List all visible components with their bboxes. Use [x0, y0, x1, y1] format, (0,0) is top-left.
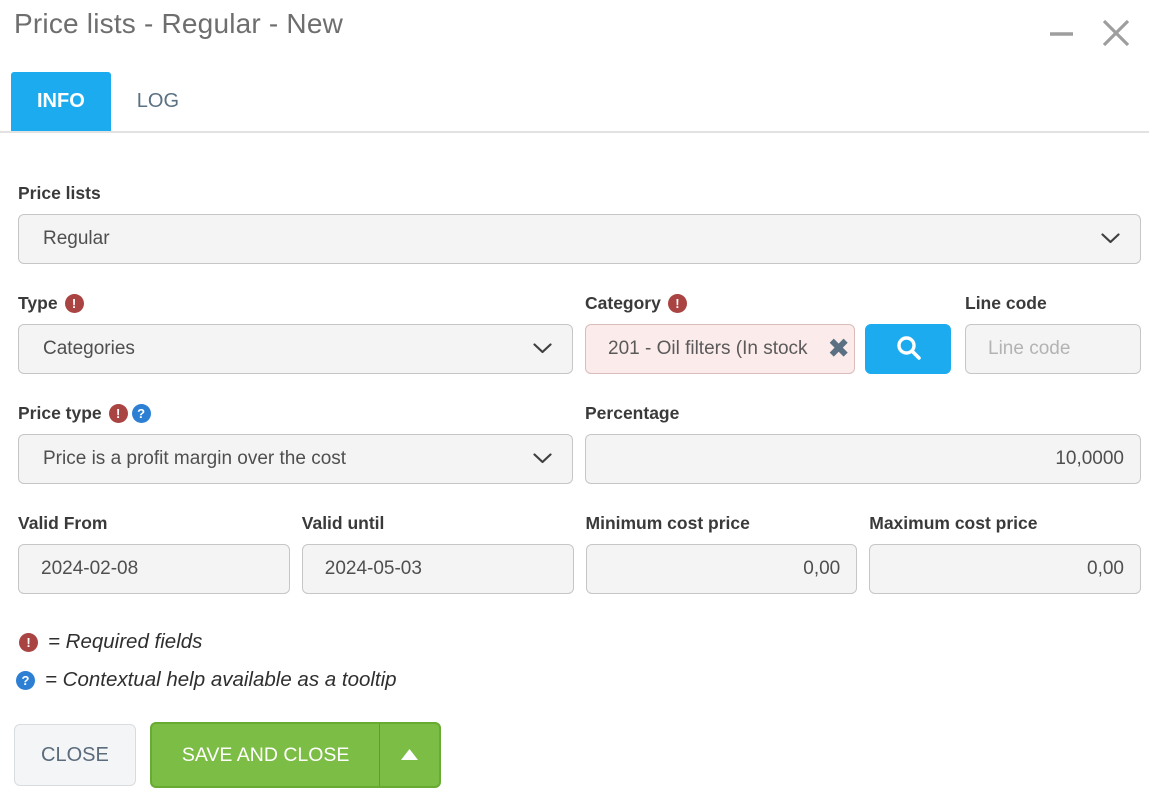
- footer: CLOSE SAVE AND CLOSE: [0, 722, 1149, 788]
- row-type-category: Type ! Categories Category ! ✖: [18, 293, 1141, 374]
- valid-from-field: Valid From: [18, 513, 290, 594]
- price-lists-field: Price lists Regular: [18, 183, 1141, 264]
- legend: ! = Required fields ? = Contextual help …: [18, 630, 1141, 692]
- valid-until-field: Valid until: [302, 513, 574, 594]
- window-controls: [1048, 8, 1131, 48]
- caret-up-icon: [401, 747, 418, 764]
- search-button[interactable]: [865, 324, 951, 374]
- required-icon: !: [668, 294, 687, 313]
- chevron-down-icon: [533, 338, 552, 360]
- min-cost-price-label: Minimum cost price: [586, 513, 858, 534]
- row-pricetype-percentage: Price type ! ? Price is a profit margin …: [18, 403, 1141, 484]
- required-icon: !: [19, 633, 38, 652]
- chevron-down-icon: [1101, 228, 1120, 250]
- valid-until-input[interactable]: [302, 544, 574, 594]
- category-label: Category !: [585, 293, 855, 314]
- save-and-close-button[interactable]: SAVE AND CLOSE: [150, 722, 381, 788]
- price-type-select[interactable]: Price is a profit margin over the cost: [18, 434, 573, 484]
- titlebar: Price lists - Regular - New: [0, 0, 1149, 48]
- category-input-wrap: ✖: [585, 324, 855, 374]
- percentage-label: Percentage: [585, 403, 1141, 424]
- form: Price lists Regular Type ! Categories: [0, 133, 1149, 692]
- price-type-selected-value: Price is a profit margin over the cost: [43, 448, 346, 470]
- help-icon[interactable]: ?: [132, 404, 151, 423]
- max-cost-price-label: Maximum cost price: [869, 513, 1141, 534]
- clear-icon[interactable]: ✖: [827, 336, 850, 363]
- price-type-field: Price type ! ? Price is a profit margin …: [18, 403, 573, 484]
- required-icon: !: [65, 294, 84, 313]
- valid-from-label: Valid From: [18, 513, 290, 534]
- required-icon: !: [109, 404, 128, 423]
- max-cost-price-field: Maximum cost price: [869, 513, 1141, 594]
- min-cost-price-field: Minimum cost price: [586, 513, 858, 594]
- valid-until-label: Valid until: [302, 513, 574, 534]
- question-icon: ?: [16, 671, 35, 690]
- save-and-close-split-button: SAVE AND CLOSE: [150, 722, 442, 788]
- price-type-label: Price type ! ?: [18, 403, 573, 424]
- valid-from-input[interactable]: [18, 544, 290, 594]
- search-icon: [895, 334, 922, 364]
- tab-info[interactable]: INFO: [11, 72, 111, 131]
- price-lists-select[interactable]: Regular: [18, 214, 1141, 264]
- price-lists-label: Price lists: [18, 183, 1141, 204]
- close-button[interactable]: CLOSE: [14, 724, 136, 786]
- line-code-input[interactable]: [965, 324, 1141, 374]
- max-cost-price-input[interactable]: [869, 544, 1141, 594]
- category-search: [865, 293, 951, 374]
- percentage-field: Percentage: [585, 403, 1141, 484]
- page-title: Price lists - Regular - New: [14, 8, 343, 40]
- type-select[interactable]: Categories: [18, 324, 573, 374]
- type-label: Type !: [18, 293, 573, 314]
- legend-required: ! = Required fields: [19, 630, 1141, 654]
- close-icon[interactable]: [1101, 18, 1131, 48]
- minimize-icon[interactable]: [1048, 20, 1075, 47]
- tab-bar: INFO LOG: [0, 72, 1149, 133]
- row-dates-costs: Valid From Valid until Minimum cost pric…: [18, 513, 1141, 594]
- category-input[interactable]: [585, 324, 855, 374]
- percentage-input[interactable]: [585, 434, 1141, 484]
- line-code-field: Line code: [965, 293, 1141, 374]
- type-selected-value: Categories: [43, 338, 135, 360]
- line-code-label: Line code: [965, 293, 1141, 314]
- min-cost-price-input[interactable]: [586, 544, 858, 594]
- save-options-toggle[interactable]: [380, 722, 441, 788]
- chevron-down-icon: [533, 448, 552, 470]
- tab-log[interactable]: LOG: [111, 72, 205, 131]
- category-field: Category ! ✖: [585, 293, 855, 374]
- legend-required-text: = Required fields: [48, 630, 202, 654]
- price-lists-selected-value: Regular: [43, 228, 110, 250]
- legend-help-text: = Contextual help available as a tooltip: [45, 668, 397, 692]
- legend-help: ? = Contextual help available as a toolt…: [19, 668, 1141, 692]
- type-field: Type ! Categories: [18, 293, 573, 374]
